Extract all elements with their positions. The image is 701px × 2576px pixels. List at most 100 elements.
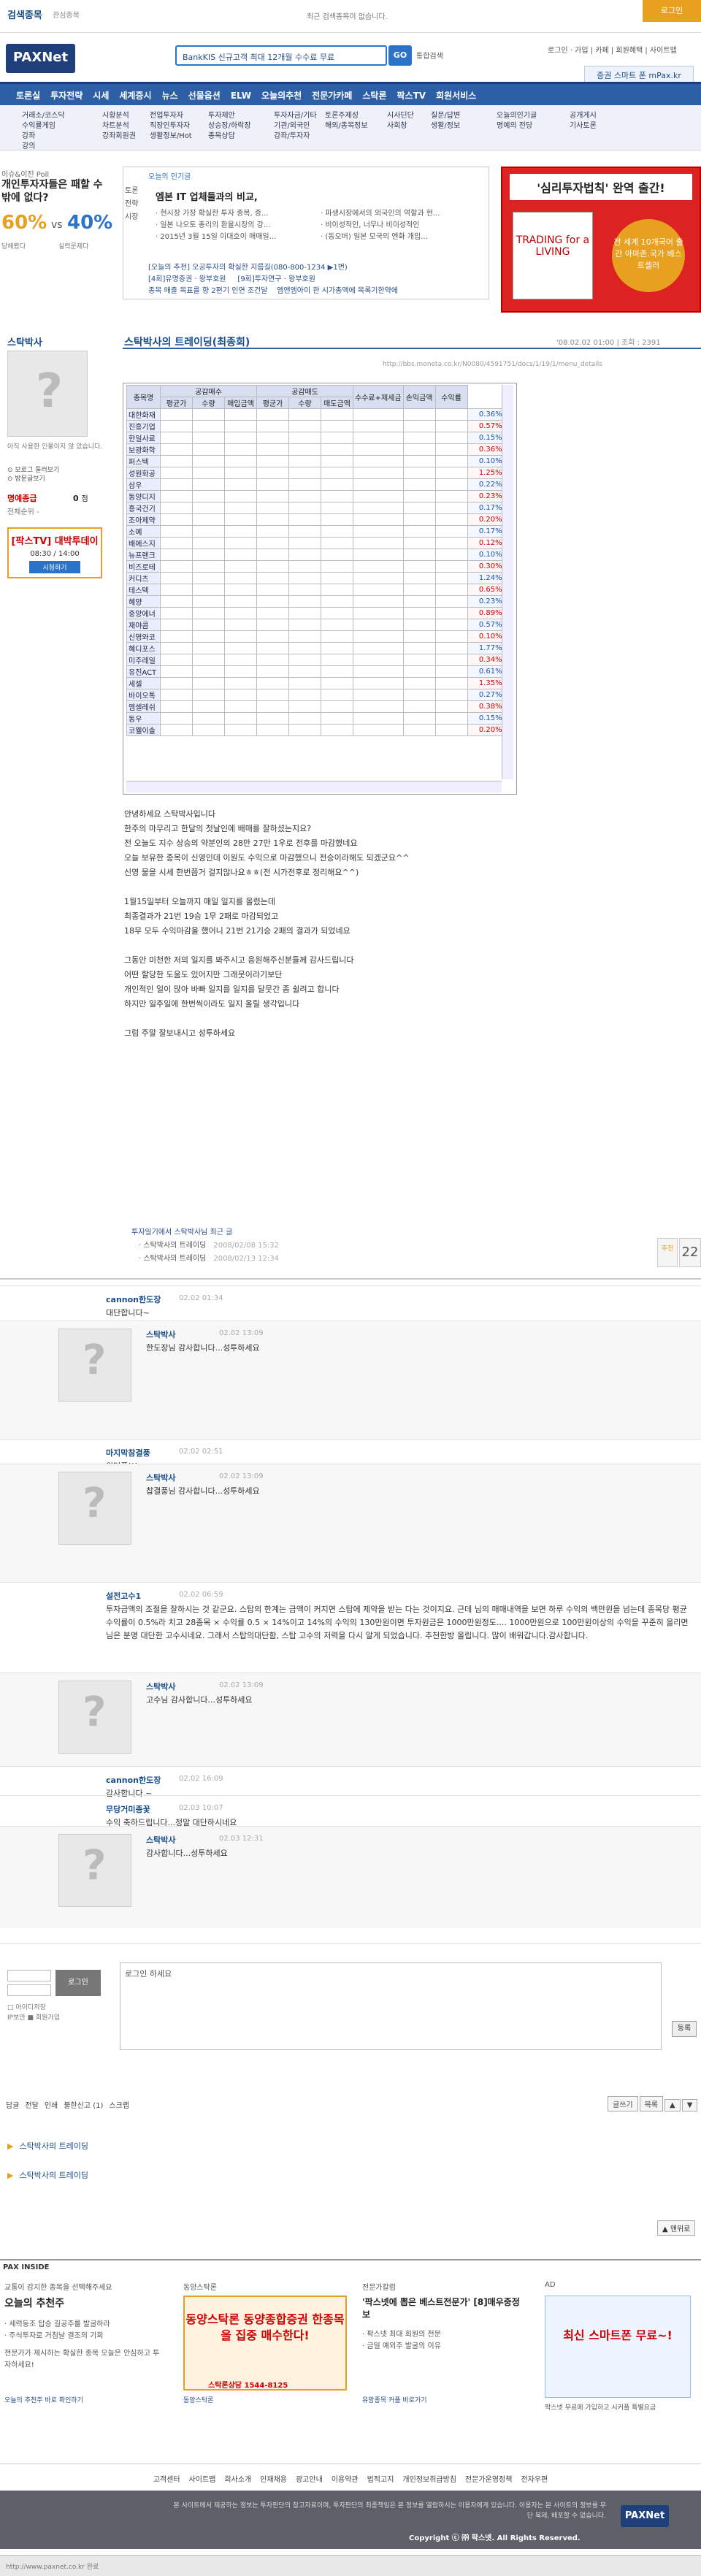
id-input[interactable]: [7, 1970, 51, 1981]
subnav-link[interactable]: 토론주제성: [325, 111, 368, 121]
search-button[interactable]: GO: [388, 45, 412, 66]
subnav-link[interactable]: 질문/답변: [431, 111, 460, 121]
subnav-link[interactable]: 투자자금/기타: [274, 111, 317, 121]
nav-item[interactable]: 오늘의추천: [261, 91, 302, 101]
watchlist-subtitle[interactable]: 관심종목: [53, 9, 80, 20]
scroll-top-button[interactable]: ▲ 맨위로: [657, 2220, 696, 2236]
sheet-horizontal-scrollbar[interactable]: [126, 781, 502, 792]
nav-item[interactable]: 스탁론: [362, 91, 386, 101]
box-item[interactable]: · 팍스넷 최대 회원의 전문: [362, 2329, 441, 2341]
top-links[interactable]: 로그인 · 가입 | 카페 | 회원혜택 | 사이트맵: [548, 44, 677, 55]
nav-item[interactable]: ELW: [231, 91, 251, 101]
popular-post-link[interactable]: · 2015년 3월 15일 이대호이 매매일...: [156, 230, 276, 241]
subnav-link[interactable]: 공개게시: [570, 111, 597, 121]
comment-author[interactable]: 스탁박사: [146, 1681, 175, 1692]
subnav-link[interactable]: 명예의 전당: [497, 121, 537, 131]
integrated-search-link[interactable]: 통합검색: [416, 50, 443, 61]
box-link[interactable]: 유망종목 커플 바로가기: [362, 2395, 427, 2404]
book-ad-banner[interactable]: '심리투자법칙' 완역 출간! TRADING for a LIVING 전 세…: [501, 167, 701, 313]
post-url[interactable]: http://bbs.moneta.co.kr/N0080/4591751/do…: [383, 361, 602, 368]
footer-link[interactable]: 사이트맵: [189, 2476, 216, 2484]
post-action-button[interactable]: 전달: [25, 2102, 38, 2110]
tab-strategy[interactable]: 전략: [125, 198, 147, 211]
top-login-button[interactable]: 로그인: [643, 0, 701, 22]
tab-discussion[interactable]: 토론: [125, 185, 147, 198]
post-nav-button[interactable]: ▼: [681, 2099, 698, 2111]
popular-post-link[interactable]: · 파생시장에서의 외국인의 역할과 현...: [321, 207, 440, 218]
subnav-link[interactable]: 강좌: [22, 131, 65, 142]
comment-author[interactable]: cannon한도장: [106, 1293, 161, 1305]
watchlist-title[interactable]: 검색종목: [7, 7, 42, 21]
subnav-link[interactable]: 수익률게임: [22, 121, 65, 131]
recommend-link[interactable]: [4회]유명증권 · 왕부호원: [148, 275, 226, 283]
recommend-link[interactable]: 종목 매출 목표를 향 2편기 인연 조건달: [148, 287, 267, 295]
next-post-link[interactable]: ▶ 스탁박사의 트레이딩: [7, 2169, 88, 2181]
popular-post-title[interactable]: 엠본 IT 업체들과의 비교,: [156, 189, 258, 203]
nav-item[interactable]: 뉴스: [162, 91, 178, 101]
comment-register-button[interactable]: 등록: [672, 2021, 697, 2037]
comment-author[interactable]: 마지막참결풍: [106, 1447, 150, 1459]
tab-market[interactable]: 시장: [125, 211, 147, 224]
related-item[interactable]: · 스탁박사의 트레이딩 2008/02/08 15:32: [139, 1239, 279, 1250]
post-action-button[interactable]: 불한신고 (1): [64, 2102, 103, 2110]
box-title[interactable]: '팍스넷에 뽑은 베스트전문가' [8]매우중정보: [362, 2296, 523, 2320]
footer-link[interactable]: 광고안내: [296, 2476, 323, 2484]
footer-link[interactable]: 개인정보취급방침: [402, 2476, 456, 2484]
post-nav-button[interactable]: 글쓰기: [608, 2096, 638, 2111]
footer-link[interactable]: 전자우편: [521, 2476, 548, 2484]
comment-textarea[interactable]: 로그인 하세요: [120, 1962, 662, 2050]
post-action-button[interactable]: 스크랩: [109, 2102, 129, 2110]
recommend-link[interactable]: [9회]투자연구 · 왕부호원: [237, 275, 315, 283]
paxtv-promo[interactable]: [팍스TV] 대박투데이 08:30 / 14:00 시청하기: [7, 527, 102, 578]
nav-item[interactable]: 세계증시: [119, 91, 151, 101]
comment-author[interactable]: 스탁박사: [146, 1834, 175, 1846]
recommend-link[interactable]: [오늘의 추천] 오공투자의 확실한 지름길(080-800-1234 ▶1번): [148, 262, 484, 274]
comment-author[interactable]: 스탁박사: [146, 1472, 175, 1483]
subnav-link[interactable]: 투자제안: [208, 111, 251, 121]
subnav-link[interactable]: 시사딘단: [387, 111, 414, 121]
post-nav-button[interactable]: ▲: [664, 2099, 681, 2111]
subnav-link[interactable]: 강좌/투자자: [274, 131, 317, 142]
prev-post-link[interactable]: ▶ 스탁박사의 트레이딩: [7, 2140, 88, 2152]
subnav-link[interactable]: 종목상담: [208, 131, 251, 142]
trading-sheet[interactable]: 종목명 공감매수 공감매도 수수료+제세금 손익금액 수익률 평균가 수량 매입…: [123, 383, 517, 795]
footer-link[interactable]: 이용약관: [332, 2476, 359, 2484]
poll-option-b[interactable]: 실력문제다: [58, 241, 88, 251]
password-input[interactable]: [7, 1984, 51, 1996]
subnav-link[interactable]: 상승장/하락장: [208, 121, 251, 131]
subnav-link[interactable]: 강의: [22, 142, 65, 152]
nav-item[interactable]: 회원서비스: [436, 91, 476, 101]
profile-name[interactable]: 스탁박사: [7, 335, 42, 348]
comment-author[interactable]: 스탁박사: [146, 1329, 175, 1340]
footer-link[interactable]: 인재채용: [260, 2476, 287, 2484]
save-id-checkbox[interactable]: □ 아이디저장: [7, 2002, 46, 2011]
subnav-link[interactable]: 해외/종목정보: [325, 121, 368, 131]
sheet-vertical-scrollbar[interactable]: [502, 385, 513, 779]
ip-security-link[interactable]: IP보안 ■ 회원가입: [7, 2012, 60, 2022]
subnav-link[interactable]: 기관/외국인: [274, 121, 317, 131]
comment-author[interactable]: cannon한도장: [106, 1774, 161, 1786]
recommend-link[interactable]: 엠앤엠아이 한 시가총액에 목록기한약에: [277, 287, 398, 295]
nav-item[interactable]: 전문가카페: [312, 91, 352, 101]
subnav-link[interactable]: 직장인투자자: [150, 121, 192, 131]
popular-post-link[interactable]: · (동오버) 일본 모국의 엔화 개입...: [321, 230, 428, 241]
recommend-icon[interactable]: 추천: [657, 1238, 678, 1267]
nav-item[interactable]: 투자전략: [50, 91, 83, 101]
subnav-link[interactable]: 거래소/코스닥: [22, 111, 65, 121]
subnav-link[interactable]: 차트분석: [102, 121, 136, 131]
subnav-link[interactable]: 생활정보/Hot: [150, 131, 192, 142]
post-action-button[interactable]: 인쇄: [45, 2102, 58, 2110]
comment-author[interactable]: 설전고수1: [106, 1590, 141, 1602]
box-link[interactable]: 오늘의 추천주 바로 확인하기: [4, 2395, 83, 2404]
poll-question[interactable]: 개인투자자들은 패할 수 밖에 없다?: [1, 178, 111, 205]
box-item[interactable]: · 주식투자로 거침날 결조의 기회: [4, 2331, 165, 2342]
box-item[interactable]: · 금일 예외주 발굴의 이유: [362, 2341, 441, 2353]
box-item[interactable]: · 세력동조 탑승 길공주를 발굴하라: [4, 2319, 165, 2331]
subnav-link[interactable]: 생활/정보: [431, 121, 460, 131]
box-link[interactable]: 동양스탁론: [183, 2395, 213, 2404]
subnav-link[interactable]: 사회창: [387, 121, 414, 131]
popular-post-link[interactable]: · 일본 나오토 총리의 환율시장의 강...: [156, 218, 270, 229]
paxtv-watch-button[interactable]: 시청하기: [29, 561, 80, 573]
subnav-link[interactable]: 기사토론: [570, 121, 597, 131]
guestbook-link[interactable]: ⊙ 방문글보기: [7, 473, 45, 483]
